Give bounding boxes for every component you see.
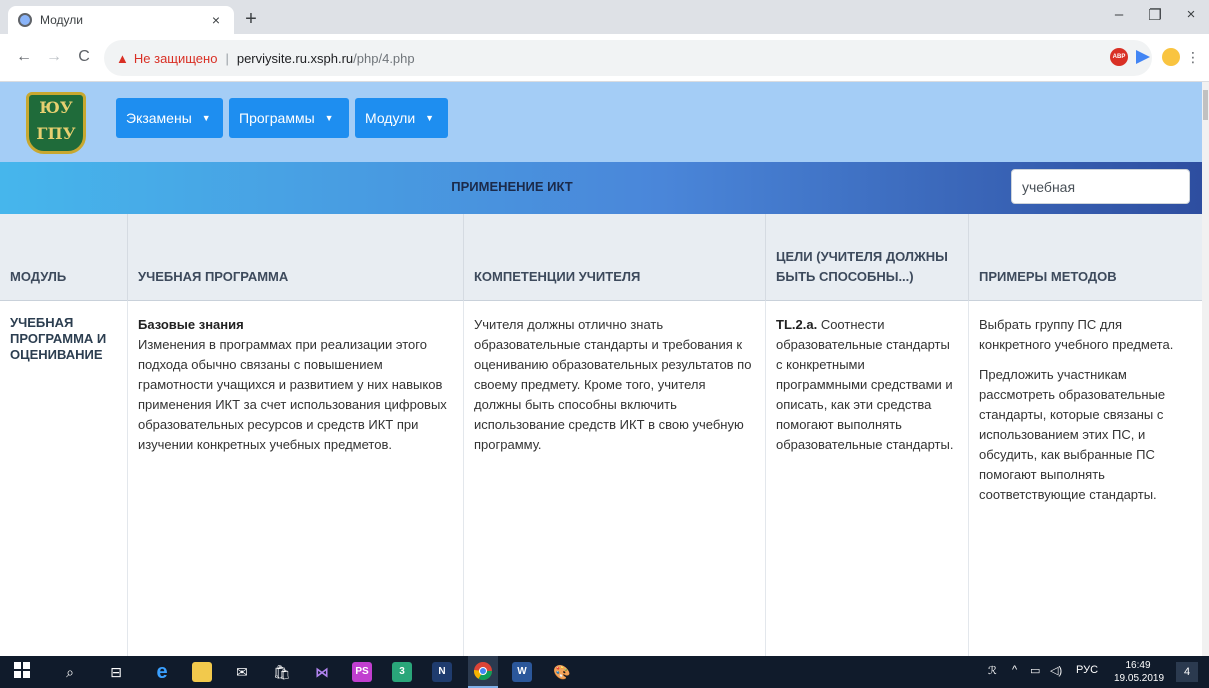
- reload-button[interactable]: C: [74, 48, 94, 66]
- close-window-button[interactable]: ×: [1176, 6, 1206, 23]
- send-icon[interactable]: [1136, 50, 1150, 64]
- app-n-icon[interactable]: N: [432, 662, 452, 682]
- windows-start-icon[interactable]: [12, 662, 32, 682]
- url-host: perviysite.ru.xsph.ru: [236, 50, 354, 66]
- url-separator: |: [225, 50, 229, 66]
- cell-goals: TL.2.a. Соотнести образовательные станда…: [766, 301, 969, 656]
- search-input[interactable]: [1011, 169, 1190, 204]
- goal-code: TL.2.a.: [776, 317, 818, 332]
- globe-icon: [18, 13, 32, 27]
- caret-down-icon: ▼: [324, 113, 334, 123]
- modules-table: МОДУЛЬ УЧЕБНАЯ ПРОГРАММА КОМПЕТЕНЦИИ УЧИ…: [0, 214, 1202, 656]
- menu-modules-label: Модули: [365, 110, 416, 126]
- university-logo[interactable]: ЮУ ГПУ: [26, 92, 86, 154]
- forward-button[interactable]: →: [44, 48, 64, 66]
- browser-toolbar: ← → C ▲ Не защищено | perviysite.ru.xsph…: [0, 34, 1209, 82]
- browser-tab[interactable]: Модули ×: [8, 6, 234, 34]
- address-bar[interactable]: ▲ Не защищено | perviysite.ru.xsph.ru/ph…: [104, 40, 1152, 76]
- restore-button[interactable]: ❐: [1140, 6, 1170, 24]
- site-header: ЮУ ГПУ Экзамены ▼ Программы ▼ Модули ▼: [0, 82, 1202, 162]
- header-module: МОДУЛЬ: [0, 214, 128, 301]
- windows-taskbar: ⌕ ⊟ e ✉ 🛍 ⋈ PS 3 N W 🎨 ℛ ^ ▭ ◁) РУС 16:4…: [0, 656, 1209, 688]
- tab-title: Модули: [40, 13, 83, 27]
- menu-dots-icon[interactable]: ⋮: [1186, 48, 1200, 66]
- phpstorm-icon[interactable]: PS: [352, 662, 372, 682]
- menu-programs-label: Программы: [239, 110, 315, 126]
- search-icon[interactable]: ⌕: [60, 662, 80, 682]
- edge-icon[interactable]: e: [152, 662, 172, 682]
- file-explorer-icon[interactable]: [192, 662, 212, 682]
- program-heading: Базовые знания: [138, 317, 244, 332]
- browser-window: Модули × + – ❐ × ← → C ▲ Не защищено | p…: [0, 0, 1209, 688]
- page-scrollbar[interactable]: [1202, 82, 1209, 656]
- close-tab-icon[interactable]: ×: [208, 12, 224, 28]
- page-title: ПРИМЕНЕНИЕ ИКТ: [451, 179, 573, 194]
- taskbar-clock[interactable]: 16:49 19.05.2019: [1114, 659, 1165, 685]
- app-3-icon[interactable]: 3: [392, 662, 412, 682]
- clock-date: 19.05.2019: [1114, 673, 1165, 684]
- cell-competence: Учителя должны отлично знать образовател…: [464, 301, 766, 656]
- extension-icons: ABP ⋮: [1110, 48, 1202, 68]
- table-row: УЧЕБНАЯ ПРОГРАММА И ОЦЕНИВАНИЕ Базовые з…: [0, 301, 1202, 656]
- methods-paragraph-2: Предложить участникам рассмотреть образо…: [979, 367, 1166, 502]
- visual-studio-icon[interactable]: ⋈: [312, 662, 332, 682]
- caret-down-icon: ▼: [425, 113, 435, 123]
- methods-paragraph-1: Выбрать группу ПС для конкретного учебно…: [979, 317, 1174, 352]
- warning-icon: ▲: [116, 50, 129, 66]
- cell-methods: Выбрать группу ПС для конкретного учебно…: [969, 301, 1202, 656]
- language-indicator[interactable]: РУС: [1076, 664, 1098, 676]
- caret-down-icon: ▼: [201, 113, 211, 123]
- store-icon[interactable]: 🛍: [272, 662, 292, 682]
- paint-icon[interactable]: 🎨: [552, 662, 572, 682]
- notification-center-icon[interactable]: 4: [1176, 662, 1198, 682]
- menu-programs-button[interactable]: Программы ▼: [229, 98, 349, 138]
- security-label[interactable]: Не защищено: [134, 51, 218, 66]
- table-header: МОДУЛЬ УЧЕБНАЯ ПРОГРАММА КОМПЕТЕНЦИИ УЧИ…: [0, 214, 1202, 301]
- clock-time: 16:49: [1125, 660, 1151, 671]
- back-button[interactable]: ←: [14, 48, 34, 66]
- adblock-icon[interactable]: ABP: [1110, 48, 1128, 66]
- goal-text: Соотнести образовательные стандарты с ко…: [776, 317, 954, 452]
- minimize-button[interactable]: –: [1104, 6, 1134, 23]
- url-path: /php/4.php: [353, 50, 415, 66]
- people-icon[interactable]: ℛ: [988, 664, 997, 677]
- new-tab-button[interactable]: +: [240, 8, 262, 30]
- mail-icon[interactable]: ✉: [232, 662, 252, 682]
- scrollbar-thumb[interactable]: [1203, 90, 1208, 120]
- header-methods: ПРИМЕРЫ МЕТОДОВ: [979, 269, 1117, 284]
- program-text: Изменения в программах при реализации эт…: [138, 337, 447, 452]
- profile-emoji-icon[interactable]: [1162, 48, 1180, 66]
- menu-modules-button[interactable]: Модули ▼: [355, 98, 448, 138]
- header-competence: КОМПЕТЕНЦИИ УЧИТЕЛЯ: [464, 214, 766, 301]
- chrome-icon[interactable]: [468, 656, 498, 688]
- menu-exams-label: Экзамены: [126, 110, 192, 126]
- header-program: УЧЕБНАЯ ПРОГРАММА: [128, 214, 464, 301]
- tray-chevron-icon[interactable]: ^: [1012, 664, 1017, 676]
- volume-icon[interactable]: ◁): [1050, 664, 1062, 677]
- menu-exams-button[interactable]: Экзамены ▼: [116, 98, 223, 138]
- header-goals: ЦЕЛИ (УЧИТЕЛЯ ДОЛЖНЫ БЫТЬ СПОСОБНЫ...): [766, 214, 969, 301]
- tab-strip: Модули × + – ❐ ×: [0, 0, 1209, 34]
- competence-text: Учителя должны отлично знать образовател…: [474, 317, 752, 452]
- word-icon[interactable]: W: [512, 662, 532, 682]
- network-icon[interactable]: ▭: [1030, 664, 1040, 677]
- title-band: ПРИМЕНЕНИЕ ИКТ: [0, 162, 1202, 214]
- module-name: УЧЕБНАЯ ПРОГРАММА И ОЦЕНИВАНИЕ: [10, 315, 107, 362]
- task-view-icon[interactable]: ⊟: [106, 662, 126, 682]
- cell-program: Базовые знания Изменения в программах пр…: [128, 301, 464, 656]
- cell-module: УЧЕБНАЯ ПРОГРАММА И ОЦЕНИВАНИЕ: [0, 301, 128, 656]
